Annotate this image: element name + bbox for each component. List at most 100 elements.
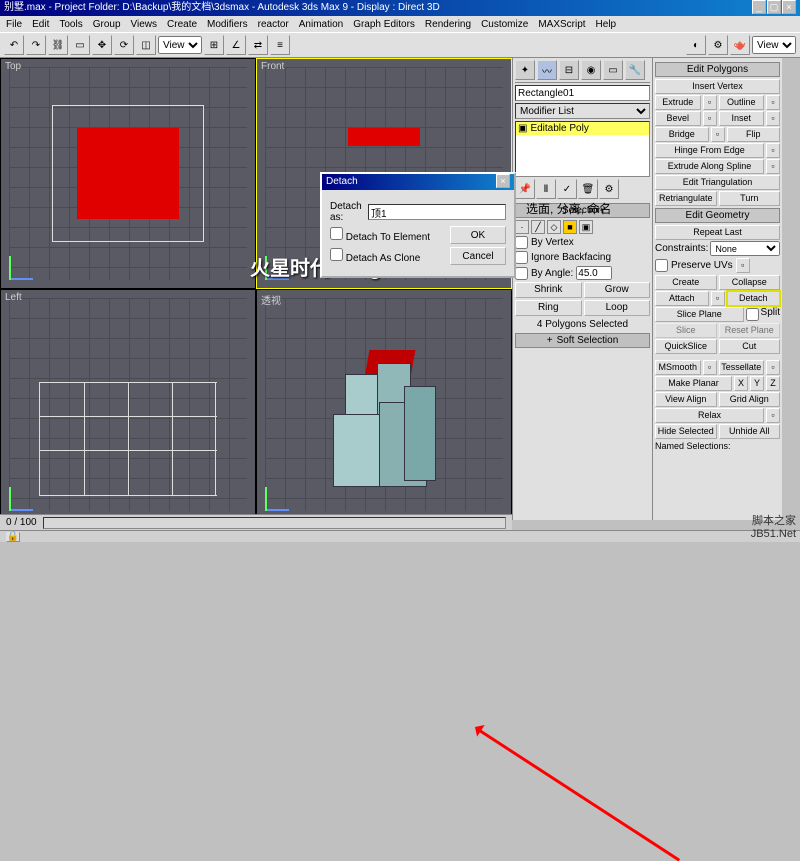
menu-group[interactable]: Group	[93, 19, 121, 30]
msmooth-settings-icon[interactable]: ▫	[703, 360, 717, 375]
attach-button[interactable]: Attach	[655, 291, 709, 306]
render-setup-icon[interactable]: ⚙	[708, 35, 728, 55]
detach-button[interactable]: Detach	[727, 291, 781, 306]
select-icon[interactable]: ▭	[70, 35, 90, 55]
object-name-input[interactable]	[515, 85, 650, 101]
relax-settings-icon[interactable]: ▫	[766, 408, 780, 423]
make-planar-button[interactable]: Make Planar	[655, 376, 732, 391]
menu-tools[interactable]: Tools	[59, 19, 82, 30]
turn-button[interactable]: Turn	[719, 191, 781, 206]
element-subobj-icon[interactable]: ▣	[579, 220, 593, 234]
bevel-settings-icon[interactable]: ▫	[703, 111, 717, 126]
view-align-button[interactable]: View Align	[655, 392, 717, 407]
border-subobj-icon[interactable]: ◇	[547, 220, 561, 234]
create-button[interactable]: Create	[655, 275, 717, 290]
stack-editable-poly[interactable]: ▣ Editable Poly	[516, 122, 649, 135]
unique-icon[interactable]: ✓	[557, 179, 577, 199]
config-icon[interactable]: ⚙	[599, 179, 619, 199]
redo-icon[interactable]: ↷	[26, 35, 46, 55]
expand-icon[interactable]: ▣	[518, 123, 527, 134]
rotate-icon[interactable]: ⟳	[114, 35, 134, 55]
insert-vertex-button[interactable]: Insert Vertex	[655, 79, 780, 94]
menu-maxscript[interactable]: MAXScript	[538, 19, 585, 30]
detach-as-input[interactable]	[368, 204, 506, 220]
viewport-perspective[interactable]: 透视	[256, 289, 512, 520]
show-end-icon[interactable]: Ⅱ	[536, 179, 556, 199]
menu-create[interactable]: Create	[167, 19, 197, 30]
menu-grapheditors[interactable]: Graph Editors	[353, 19, 415, 30]
rollout-soft-selection[interactable]: +Soft Selection	[515, 333, 650, 348]
attach-list-icon[interactable]: ▫	[711, 291, 725, 306]
menu-file[interactable]: File	[6, 19, 22, 30]
material-editor-icon[interactable]: ◐	[686, 35, 706, 55]
shrink-button[interactable]: Shrink	[515, 282, 582, 298]
bevel-button[interactable]: Bevel	[655, 111, 701, 126]
bridge-button[interactable]: Bridge	[655, 127, 709, 142]
render-icon[interactable]: 🫖	[730, 35, 750, 55]
ignore-backfacing-checkbox[interactable]	[515, 251, 528, 264]
view-dropdown[interactable]: View	[158, 36, 202, 54]
detach-as-clone-checkbox[interactable]	[330, 248, 343, 261]
menu-reactor[interactable]: reactor	[258, 19, 289, 30]
menu-views[interactable]: Views	[131, 19, 158, 30]
repeat-last-button[interactable]: Repeat Last	[655, 225, 780, 240]
scale-icon[interactable]: ◫	[136, 35, 156, 55]
inset-button[interactable]: Inset	[719, 111, 765, 126]
timeline[interactable]: 0 / 100	[0, 514, 512, 530]
viewport-top[interactable]: Top	[0, 58, 256, 289]
tessellate-button[interactable]: Tessellate	[719, 360, 765, 375]
edit-geometry-header[interactable]: Edit Geometry	[655, 208, 780, 223]
modifier-list-dropdown[interactable]: Modifier List	[515, 103, 650, 119]
unhide-all-button[interactable]: Unhide All	[719, 424, 781, 439]
pin-stack-icon[interactable]: 📌	[515, 179, 535, 199]
hinge-button[interactable]: Hinge From Edge	[655, 143, 764, 158]
retriangulate-button[interactable]: Retriangulate	[655, 191, 717, 206]
menu-animation[interactable]: Animation	[299, 19, 343, 30]
preserve-uvs-checkbox[interactable]	[655, 259, 668, 272]
quickslice-button[interactable]: QuickSlice	[655, 339, 717, 354]
link-icon[interactable]: ⛓	[48, 35, 68, 55]
minimize-button[interactable]: _	[752, 0, 766, 14]
mirror-icon[interactable]: ⇄	[248, 35, 268, 55]
viewport-left[interactable]: Left	[0, 289, 256, 520]
edit-tri-button[interactable]: Edit Triangulation	[655, 175, 780, 190]
align-icon[interactable]: ≡	[270, 35, 290, 55]
hide-selected-button[interactable]: Hide Selected	[655, 424, 717, 439]
timeline-ruler[interactable]	[43, 517, 506, 529]
move-icon[interactable]: ✥	[92, 35, 112, 55]
by-vertex-checkbox[interactable]	[515, 236, 528, 249]
edge-subobj-icon[interactable]: ╱	[531, 220, 545, 234]
split-checkbox[interactable]	[746, 307, 759, 322]
planar-y-button[interactable]: Y	[750, 376, 764, 391]
tessellate-settings-icon[interactable]: ▫	[766, 360, 780, 375]
hinge-settings-icon[interactable]: ▫	[766, 143, 780, 158]
modifier-stack[interactable]: ▣ Editable Poly	[515, 121, 650, 177]
extrude-settings-icon[interactable]: ▫	[703, 95, 717, 110]
extrude-spline-settings-icon[interactable]: ▫	[766, 159, 780, 174]
ring-button[interactable]: Ring	[515, 300, 582, 316]
loop-button[interactable]: Loop	[584, 300, 651, 316]
detach-to-element-checkbox[interactable]	[330, 227, 343, 240]
extrude-spline-button[interactable]: Extrude Along Spline	[655, 159, 764, 174]
inset-settings-icon[interactable]: ▫	[766, 111, 780, 126]
grid-align-button[interactable]: Grid Align	[719, 392, 781, 407]
menu-edit[interactable]: Edit	[32, 19, 49, 30]
vertex-subobj-icon[interactable]: ·	[515, 220, 529, 234]
bridge-settings-icon[interactable]: ▫	[711, 127, 725, 142]
dialog-cancel-button[interactable]: Cancel	[450, 247, 506, 265]
angle-snap-icon[interactable]: ∠	[226, 35, 246, 55]
utilities-tab-icon[interactable]: 🔧	[625, 60, 645, 80]
menu-rendering[interactable]: Rendering	[425, 19, 471, 30]
cut-button[interactable]: Cut	[719, 339, 781, 354]
polygon-subobj-icon[interactable]: ■	[563, 220, 577, 234]
flip-button[interactable]: Flip	[727, 127, 781, 142]
render-view-dropdown[interactable]: View	[752, 36, 796, 54]
hierarchy-tab-icon[interactable]: ⊟	[559, 60, 579, 80]
snap-icon[interactable]: ⊞	[204, 35, 224, 55]
relax-button[interactable]: Relax	[655, 408, 764, 423]
angle-input[interactable]	[576, 266, 612, 280]
modify-tab-icon[interactable]: 〰	[537, 60, 557, 80]
extrude-button[interactable]: Extrude	[655, 95, 701, 110]
motion-tab-icon[interactable]: ◉	[581, 60, 601, 80]
create-tab-icon[interactable]: ✦	[515, 60, 535, 80]
